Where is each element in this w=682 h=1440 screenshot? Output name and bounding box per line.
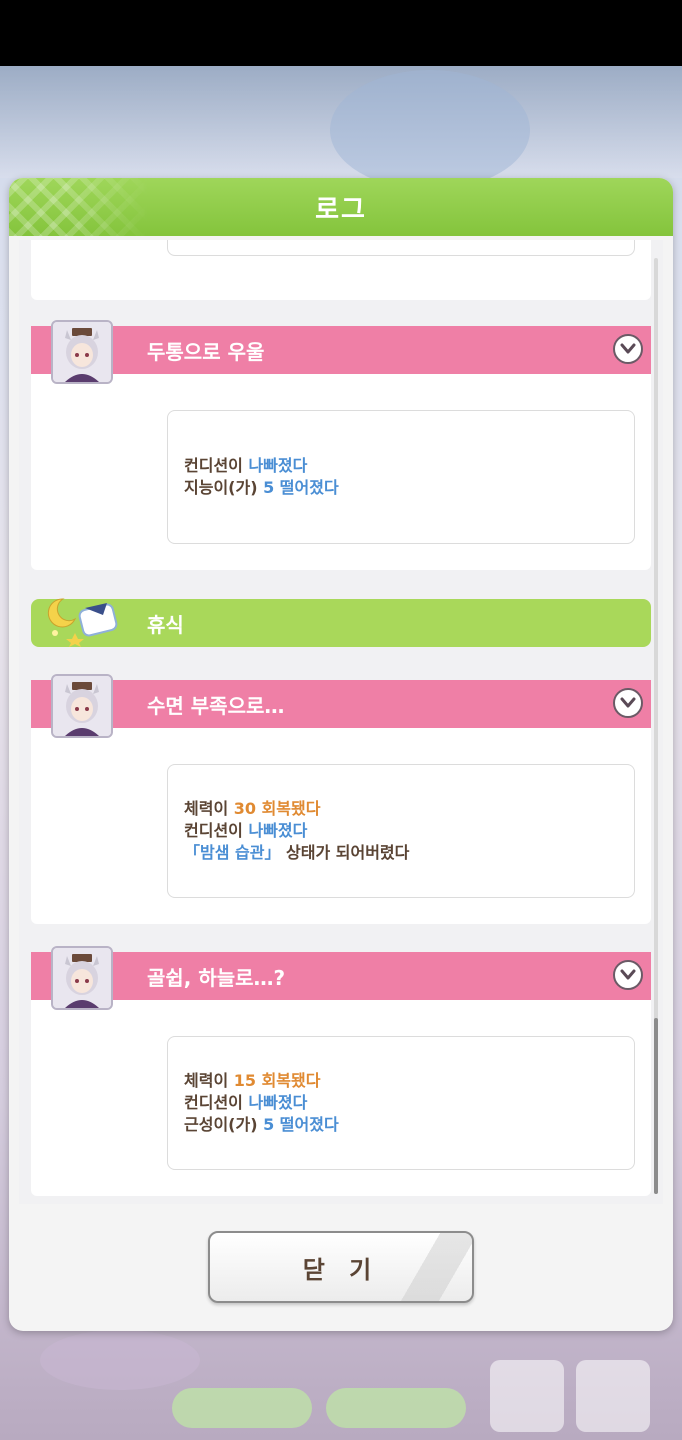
log-entry-detail-box xyxy=(167,240,635,256)
dialog-title: 로그 xyxy=(315,194,367,225)
background-cloud xyxy=(330,70,530,190)
detail-text: 상태가 되어버렸다 xyxy=(280,843,410,862)
detail-value: 「밤샘 습관」 xyxy=(184,843,281,862)
status-bar xyxy=(0,0,682,66)
header-pattern xyxy=(9,178,149,236)
log-entry-event: 수면 부족으로… 체력이 30 회복됐다 컨디션이 나빠졌다 「밤샘 습관」 상태가 xyxy=(31,674,651,924)
detail-line: 컨디션이 나빠졌다 xyxy=(184,820,409,842)
detail-text: 체력이 xyxy=(184,1071,234,1090)
event-title: 수면 부족으로… xyxy=(147,693,285,718)
detail-lines: 체력이 15 회복됐다 컨디션이 나빠졌다 근성이(가) 5 떨어졌다 xyxy=(184,1070,339,1136)
log-list[interactable]: 두통으로 우울 컨디션이 나빠졌다 지능이(가) 5 떨어졌다 휴식 수면 부족… xyxy=(19,240,663,1204)
close-button[interactable]: 닫 기 xyxy=(208,1231,474,1303)
event-header[interactable]: 골쉽, 하늘로…? xyxy=(31,952,651,1000)
chevron-down-icon[interactable] xyxy=(613,334,643,364)
detail-text: 컨디션이 xyxy=(184,821,249,840)
detail-value: 5 떨어졌다 xyxy=(263,1115,339,1134)
detail-line: 지능이(가) 5 떨어졌다 xyxy=(184,477,339,499)
detail-text: 지능이(가) xyxy=(184,478,264,497)
log-entry-detail-box: 체력이 30 회복됐다 컨디션이 나빠졌다 「밤샘 습관」 상태가 되어버렸다 xyxy=(167,764,635,898)
event-header[interactable]: 두통으로 우울 xyxy=(31,326,651,374)
event-title: 골쉽, 하늘로…? xyxy=(147,965,286,990)
background-menu-tile xyxy=(576,1360,650,1432)
detail-line: 근성이(가) 5 떨어졌다 xyxy=(184,1114,339,1136)
detail-value: 나빠졌다 xyxy=(248,456,308,475)
log-entry-event: 골쉽, 하늘로…? 체력이 15 회복됐다 컨디션이 나빠졌다 근성이(가) 5 떨 xyxy=(31,946,651,1196)
character-avatar xyxy=(51,320,113,384)
background-auto-button xyxy=(326,1388,466,1428)
chevron-down-icon[interactable] xyxy=(613,960,643,990)
background-menu-tile xyxy=(490,1360,564,1432)
detail-lines: 컨디션이 나빠졌다 지능이(가) 5 떨어졌다 xyxy=(184,455,339,499)
detail-value: 나빠졌다 xyxy=(248,1093,308,1112)
detail-value: 나빠졌다 xyxy=(248,821,308,840)
log-entry-detail-box: 컨디션이 나빠졌다 지능이(가) 5 떨어졌다 xyxy=(167,410,635,544)
character-avatar xyxy=(51,946,113,1010)
background-skip-button xyxy=(172,1388,312,1428)
dialog-header: 로그 xyxy=(9,178,673,236)
scrollbar-thumb[interactable] xyxy=(654,1018,658,1194)
detail-line: 컨디션이 나빠졌다 xyxy=(184,455,339,477)
detail-text: 컨디션이 xyxy=(184,456,249,475)
detail-text: 체력이 xyxy=(184,799,234,818)
detail-value: 30 회복됐다 xyxy=(233,799,321,818)
detail-value: 15 회복됐다 xyxy=(233,1071,321,1090)
log-entry-detail-box: 체력이 15 회복됐다 컨디션이 나빠졌다 근성이(가) 5 떨어졌다 xyxy=(167,1036,635,1170)
detail-line: 체력이 30 회복됐다 xyxy=(184,798,409,820)
detail-value: 5 떨어졌다 xyxy=(263,478,339,497)
event-header[interactable]: 수면 부족으로… xyxy=(31,680,651,728)
detail-text: 컨디션이 xyxy=(184,1093,249,1112)
moon-pillow-icon xyxy=(45,593,121,651)
chevron-down-icon[interactable] xyxy=(613,688,643,718)
log-dialog: 로그 두통으로 우울 컨디션이 나빠졌다 지능이(가) 5 떨어졌다 휴식 수면… xyxy=(9,178,673,1331)
close-button-label: 닫 기 xyxy=(302,1255,380,1284)
detail-lines: 체력이 30 회복됐다 컨디션이 나빠졌다 「밤샘 습관」 상태가 되어버렸다 xyxy=(184,798,409,864)
log-entry-event: 두통으로 우울 컨디션이 나빠졌다 지능이(가) 5 떨어졌다 xyxy=(31,320,651,570)
log-entry-previous xyxy=(31,240,651,300)
detail-line: 「밤샘 습관」 상태가 되어버렸다 xyxy=(184,842,409,864)
action-header-rest: 휴식 xyxy=(31,598,651,647)
action-title: 휴식 xyxy=(147,612,184,637)
detail-line: 체력이 15 회복됐다 xyxy=(184,1070,339,1092)
detail-text: 근성이(가) xyxy=(184,1115,264,1134)
character-avatar xyxy=(51,674,113,738)
detail-line: 컨디션이 나빠졌다 xyxy=(184,1092,339,1114)
background-shape xyxy=(40,1330,200,1390)
event-title: 두통으로 우울 xyxy=(147,339,265,364)
